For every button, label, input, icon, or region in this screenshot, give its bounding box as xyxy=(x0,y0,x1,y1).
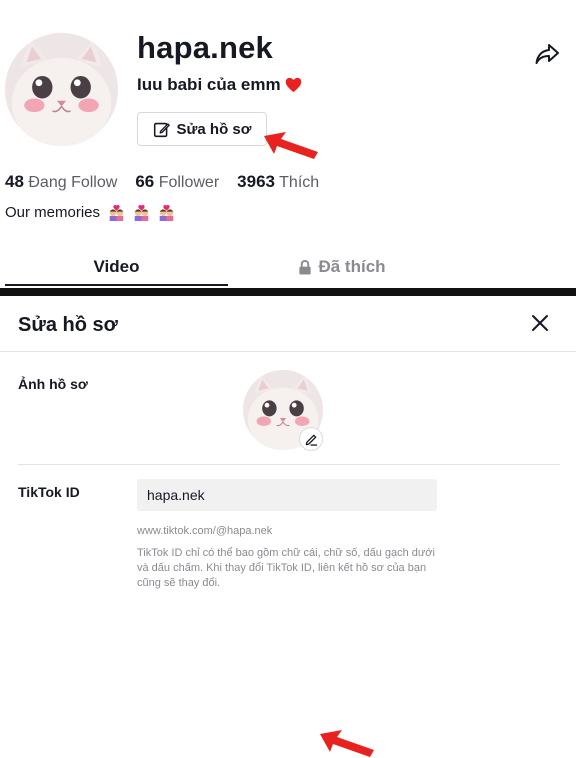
profile-username: hapa.nek xyxy=(137,30,273,65)
stat-followers-label: Follower xyxy=(158,174,220,191)
profile-memories: Our memories xyxy=(5,204,175,221)
stat-likes: 3963 Thích xyxy=(237,172,319,192)
red-arrow-annotation xyxy=(320,730,374,757)
tab-video-label: Video xyxy=(93,257,140,276)
edit-profile-label: Sửa hồ sơ xyxy=(176,120,252,138)
stat-followers[interactable]: 66 Follower xyxy=(135,172,219,192)
stat-likes-value: 3963 xyxy=(237,172,275,191)
memories-text: Our memories xyxy=(5,204,101,221)
heart-icon xyxy=(285,77,301,93)
screenshot-divider xyxy=(0,288,576,296)
profile-stats: 48 Đang Follow 66 Follower 3963 Thích xyxy=(5,172,319,192)
bio-text: Iuu babi của emm xyxy=(137,75,281,94)
close-icon[interactable] xyxy=(531,314,549,332)
tab-liked-label: Đã thích xyxy=(318,257,386,276)
dialog-title: Sửa hồ sơ xyxy=(18,314,118,336)
tiktok-id-help-text: TikTok ID chỉ có thể bao gồm chữ cái, ch… xyxy=(137,547,435,589)
tab-video[interactable]: Video xyxy=(5,248,228,286)
dialog-header-divider xyxy=(0,351,576,352)
stat-likes-label: Thích xyxy=(279,174,320,191)
lock-icon xyxy=(299,259,312,275)
profile-url: www.tiktok.com/@hapa.nek xyxy=(137,525,273,537)
pencil-icon xyxy=(305,434,317,446)
share-icon[interactable] xyxy=(535,43,559,65)
cat-avatar-image xyxy=(5,33,118,146)
red-arrow-annotation xyxy=(264,132,318,159)
profile-bio: Iuu babi của emm xyxy=(137,75,302,95)
couple-kiss-icon xyxy=(159,205,174,221)
edit-profile-dialog: Sửa hồ sơ Ảnh hồ sơ TikTok ID hapa.nek w… xyxy=(0,296,576,757)
stat-followers-value: 66 xyxy=(135,172,155,191)
edit-icon xyxy=(153,122,170,137)
edit-profile-button[interactable]: Sửa hồ sơ xyxy=(137,112,267,146)
active-tab-indicator xyxy=(5,284,228,286)
tiktok-id-label: TikTok ID xyxy=(18,484,80,500)
stat-following-label: Đang Follow xyxy=(28,174,118,191)
edit-photo-button[interactable] xyxy=(299,427,323,451)
profile-tabs: Video Đã thích xyxy=(0,248,576,288)
profile-photo-label: Ảnh hồ sơ xyxy=(18,376,88,392)
stat-following[interactable]: 48 Đang Follow xyxy=(5,172,117,192)
couple-kiss-icon xyxy=(109,205,124,221)
tab-liked[interactable]: Đã thích xyxy=(228,248,456,286)
couple-kiss-icon xyxy=(134,205,149,221)
stat-following-value: 48 xyxy=(5,172,24,191)
section-divider xyxy=(18,464,560,465)
profile-avatar[interactable] xyxy=(5,33,118,146)
tiktok-id-input[interactable] xyxy=(137,479,437,511)
profile-header: hapa.nek Iuu babi của emm Sửa hồ sơ 48 Đ… xyxy=(0,0,576,288)
